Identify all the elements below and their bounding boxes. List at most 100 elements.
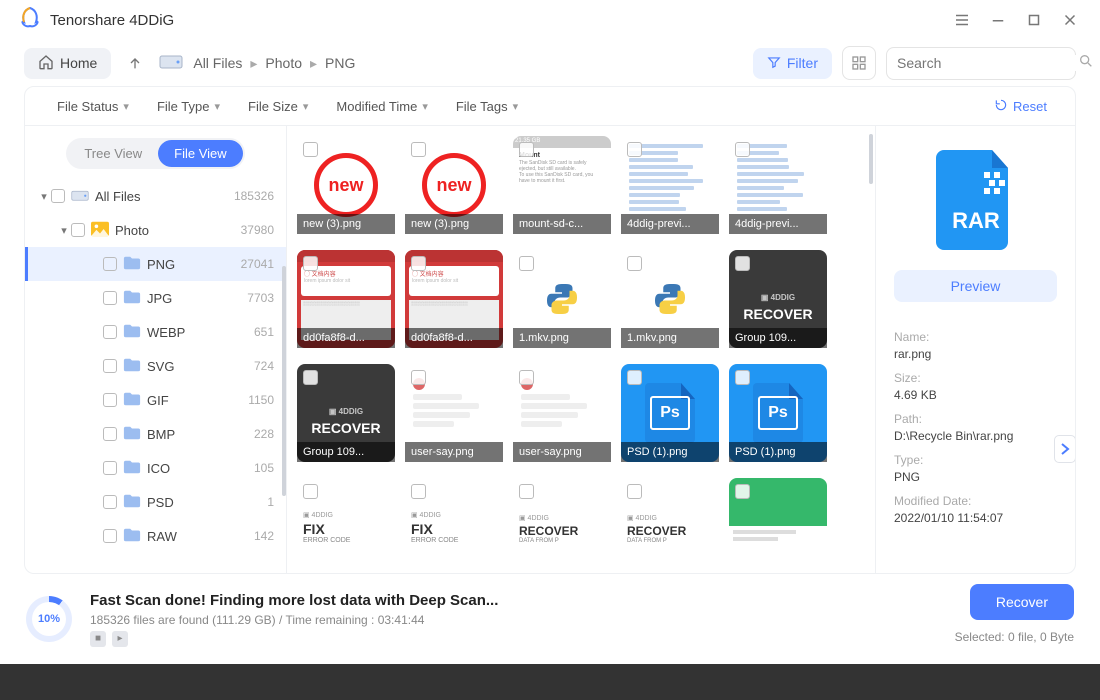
minimize-button[interactable] <box>980 2 1016 38</box>
checkbox[interactable] <box>103 495 117 509</box>
filter-file-size[interactable]: File Size▾ <box>234 99 322 114</box>
caret-down-icon[interactable]: ▾ <box>57 224 71 237</box>
checkbox[interactable] <box>627 370 642 385</box>
checkbox[interactable] <box>103 325 117 339</box>
checkbox[interactable] <box>103 359 117 373</box>
checkbox[interactable] <box>519 142 534 157</box>
thumbnail-item[interactable]: ◯ 文档内容lorem ipsum dolor sit░░░░░░░░░░░░░… <box>297 250 395 348</box>
tree-node-psd[interactable]: PSD1 <box>25 485 286 519</box>
tree-node-ico[interactable]: ICO105 <box>25 451 286 485</box>
breadcrumb-item[interactable]: PNG <box>325 55 355 71</box>
thumbnail-item[interactable]: user-say.png <box>513 364 611 462</box>
thumbnail-item[interactable]: ▣ 4DDIGFIXERROR CODE <box>405 478 503 550</box>
home-button[interactable]: Home <box>24 48 111 79</box>
thumbnail-item[interactable]: ▣ 4DDIGFIXERROR CODE <box>297 478 395 550</box>
next-page-button[interactable] <box>1054 435 1075 463</box>
thumbnail-item[interactable]: ▣ 4DDIGRECOVERDATA FROM P <box>513 478 611 550</box>
tree-node-raw[interactable]: RAW142 <box>25 519 286 553</box>
tree-root-all-files[interactable]: ▾ All Files 185326 <box>25 179 286 213</box>
checkbox[interactable] <box>735 484 750 499</box>
filter-file-tags[interactable]: File Tags▾ <box>442 99 532 114</box>
filter-file-type[interactable]: File Type▾ <box>143 99 234 114</box>
logo-icon <box>18 6 42 35</box>
thumbnail-item[interactable]: newnew (3).png <box>405 136 503 234</box>
menu-button[interactable] <box>944 2 980 38</box>
filter-file-status[interactable]: File Status▾ <box>43 99 143 114</box>
checkbox[interactable] <box>735 370 750 385</box>
tree-node-svg[interactable]: SVG724 <box>25 349 286 383</box>
close-button[interactable] <box>1052 2 1088 38</box>
thumbnail-item[interactable]: ◯ 文档内容lorem ipsum dolor sit░░░░░░░░░░░░░… <box>405 250 503 348</box>
checkbox[interactable] <box>519 256 534 271</box>
thumbnail-item[interactable]: 1.mkv.png <box>513 250 611 348</box>
checkbox[interactable] <box>411 484 426 499</box>
breadcrumb-item[interactable]: All Files <box>193 55 242 71</box>
folder-icon <box>123 289 147 308</box>
thumbnail-item[interactable]: 1.mkv.png <box>621 250 719 348</box>
checkbox[interactable] <box>71 223 85 237</box>
meta-type-label: Type: <box>894 453 1057 467</box>
thumbnail-item[interactable]: 4ddig-previ... <box>621 136 719 234</box>
tree-node-bmp[interactable]: BMP228 <box>25 417 286 451</box>
grid-view-button[interactable] <box>842 46 876 80</box>
checkbox[interactable] <box>627 256 642 271</box>
checkbox[interactable] <box>411 142 426 157</box>
thumbnail-item[interactable]: 21.35 GBMountThe SanDisk SD card is safe… <box>513 136 611 234</box>
maximize-button[interactable] <box>1016 2 1052 38</box>
filter-modified-time[interactable]: Modified Time▾ <box>322 99 441 114</box>
thumbnail-item[interactable]: user-say.png <box>405 364 503 462</box>
thumbnail-item[interactable]: ▣ 4DDIGRECOVERDATA FROM P <box>621 478 719 550</box>
file-view-toggle[interactable]: File View <box>158 140 243 167</box>
tree-node-webp[interactable]: WEBP651 <box>25 315 286 349</box>
checkbox[interactable] <box>51 189 65 203</box>
search-field[interactable] <box>886 47 1076 80</box>
folder-icon <box>123 357 147 376</box>
scrollbar[interactable] <box>282 266 286 496</box>
checkbox[interactable] <box>519 370 534 385</box>
up-button[interactable] <box>121 49 149 77</box>
stop-scan-button[interactable]: ■ <box>90 631 106 647</box>
thumbnail-item[interactable] <box>729 478 827 550</box>
checkbox[interactable] <box>103 427 117 441</box>
checkbox[interactable] <box>103 393 117 407</box>
tree-view-toggle[interactable]: Tree View <box>68 140 158 167</box>
recover-button[interactable]: Recover <box>970 584 1074 620</box>
checkbox[interactable] <box>735 256 750 271</box>
checkbox[interactable] <box>303 370 318 385</box>
scrollbar[interactable] <box>869 134 873 184</box>
checkbox[interactable] <box>303 142 318 157</box>
checkbox[interactable] <box>411 370 426 385</box>
checkbox[interactable] <box>411 256 426 271</box>
checkbox[interactable] <box>519 484 534 499</box>
thumbnail-item[interactable]: ▣ 4DDIGRECOVERGroup 109... <box>729 250 827 348</box>
tree-count: 228 <box>254 427 274 441</box>
chevron-down-icon: ▾ <box>513 100 519 113</box>
checkbox[interactable] <box>303 484 318 499</box>
checkbox[interactable] <box>103 461 117 475</box>
play-scan-button[interactable]: ▸ <box>112 631 128 647</box>
tree-node-gif[interactable]: GIF1150 <box>25 383 286 417</box>
thumbnail-item[interactable]: PsPSD (1).png <box>729 364 827 462</box>
thumbnail-item[interactable]: 4ddig-previ... <box>729 136 827 234</box>
reset-button[interactable]: Reset <box>994 98 1057 115</box>
checkbox[interactable] <box>103 291 117 305</box>
search-input[interactable] <box>897 55 1078 71</box>
filter-button[interactable]: Filter <box>753 48 832 79</box>
checkbox[interactable] <box>303 256 318 271</box>
preview-button[interactable]: Preview <box>894 270 1057 302</box>
home-icon <box>38 54 54 73</box>
thumbnail-item[interactable]: newnew (3).png <box>297 136 395 234</box>
meta-path-value: D:\Recycle Bin\rar.png <box>894 429 1057 443</box>
checkbox[interactable] <box>627 484 642 499</box>
tree-node-png[interactable]: PNG27041 <box>25 247 286 281</box>
tree-node-photo[interactable]: ▾ Photo 37980 <box>25 213 286 247</box>
thumbnail-item[interactable]: ▣ 4DDIGRECOVERGroup 109... <box>297 364 395 462</box>
thumbnail-item[interactable]: PsPSD (1).png <box>621 364 719 462</box>
caret-down-icon[interactable]: ▾ <box>37 190 51 203</box>
breadcrumb-item[interactable]: Photo <box>265 55 302 71</box>
checkbox[interactable] <box>103 529 117 543</box>
checkbox[interactable] <box>103 257 117 271</box>
checkbox[interactable] <box>627 142 642 157</box>
tree-node-jpg[interactable]: JPG7703 <box>25 281 286 315</box>
checkbox[interactable] <box>735 142 750 157</box>
